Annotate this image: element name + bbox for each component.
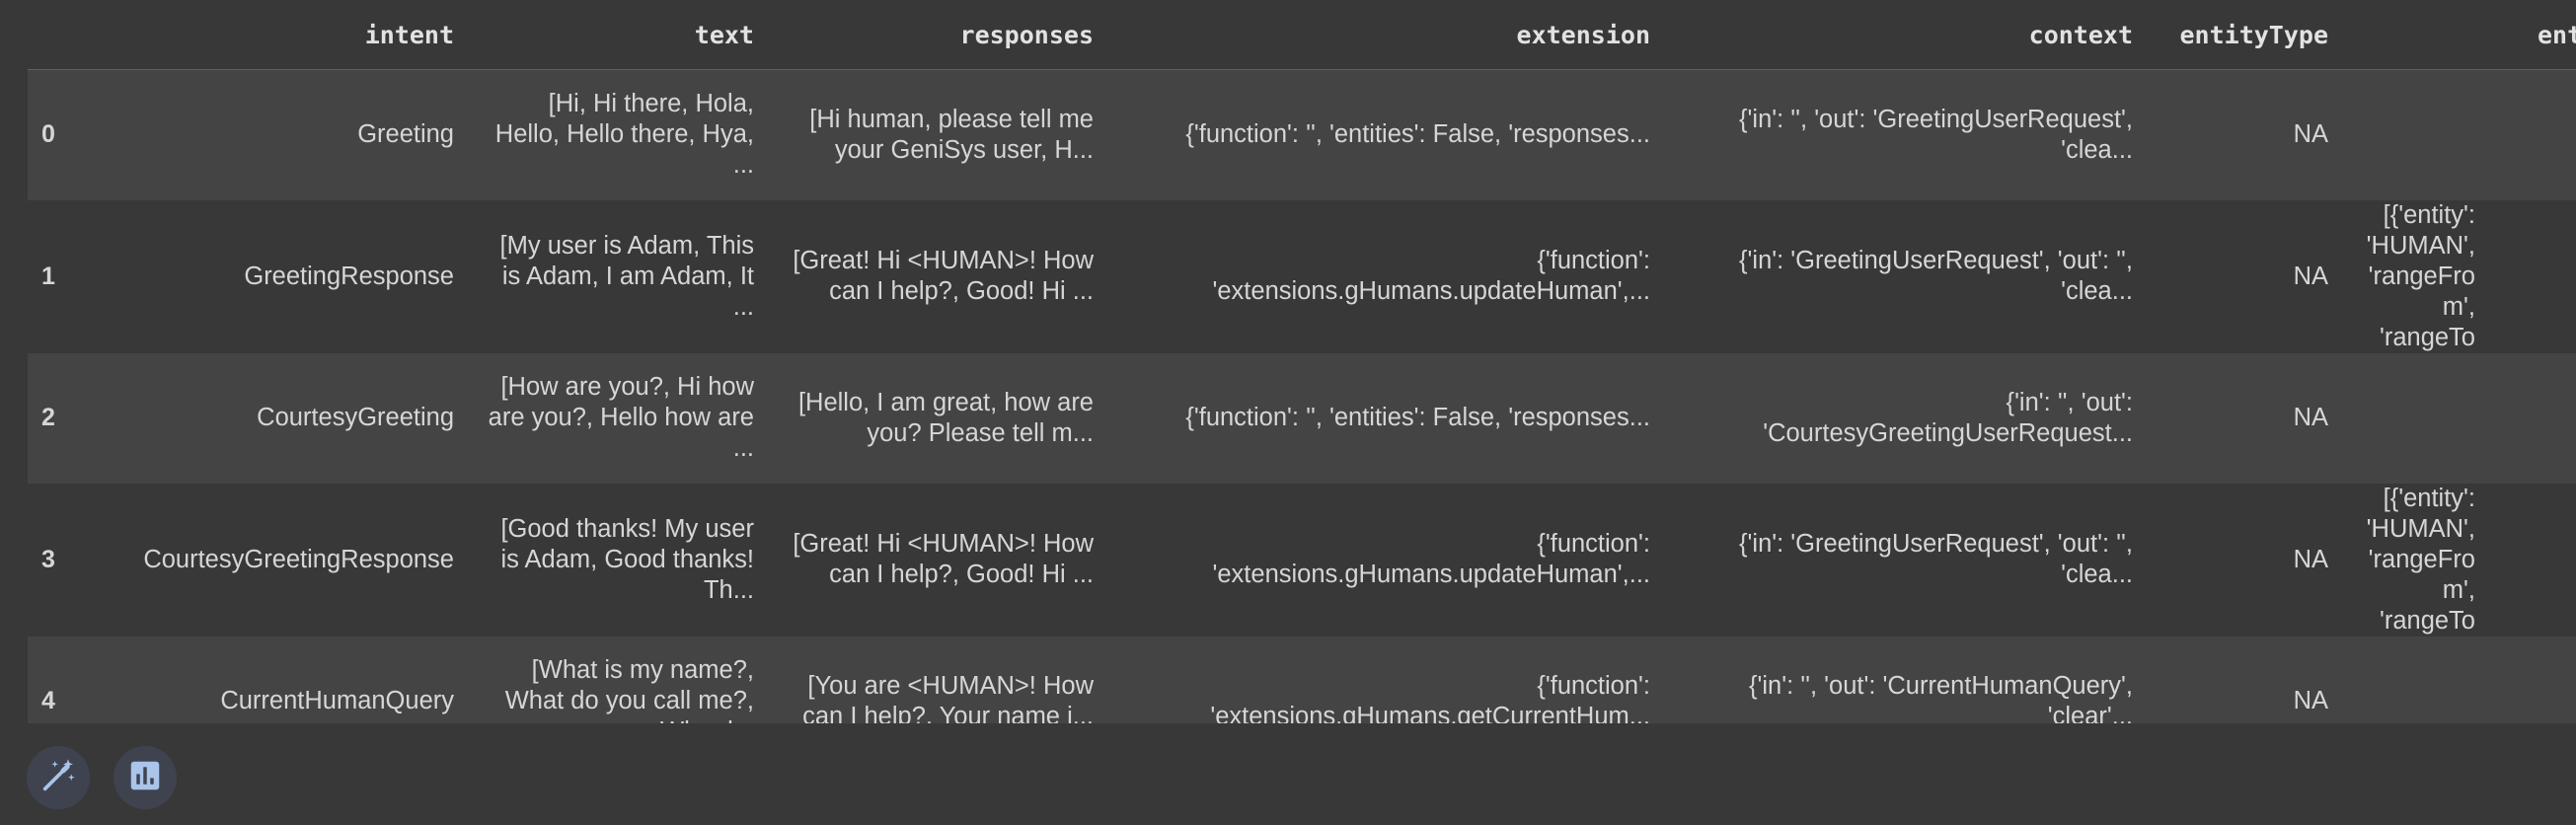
row-index: 2 [41, 404, 55, 431]
header-row: intent text responses extension context … [28, 0, 2576, 70]
cell-entities: [{'entity': 'HUMAN', 'rangeFrom', 'range… [2366, 484, 2475, 635]
cell-extension: {'function': 'extensions.gHumans.updateH… [1212, 530, 1651, 588]
cell-entities [2340, 70, 2576, 200]
column-header-entitytype: entityType [2145, 0, 2340, 70]
column-header-context: context [1662, 0, 2145, 70]
magic-wand-button[interactable] [27, 746, 90, 809]
cell-entitytype: NA [2293, 262, 2328, 290]
cell-responses: [Great! Hi <HUMAN>! How can I help?, Goo… [793, 247, 1094, 305]
cell-responses: [Hello, I am great, how are you? Please … [797, 388, 1094, 447]
bar-chart-icon [126, 757, 164, 799]
cell-extension: {'function': '', 'entities': False, 'res… [1185, 404, 1650, 431]
cell-responses: [Great! Hi <HUMAN>! How can I help?, Goo… [793, 530, 1094, 588]
row-index: 3 [41, 545, 55, 573]
column-header-entities: entiti [2340, 0, 2576, 70]
row-index: 4 [41, 687, 55, 714]
cell-context: {'in': '', 'out': 'CourtesyGreetingUserR… [1763, 388, 2133, 447]
chart-button[interactable] [114, 746, 177, 809]
dataframe-table: intent text responses extension context … [28, 0, 2576, 723]
cell-context: {'in': '', 'out': 'CurrentHumanQuery', '… [1748, 671, 2133, 724]
table-row: 3 CourtesyGreetingResponse [Good thanks!… [28, 483, 2576, 637]
cell-text: [Hi, Hi there, Hola, Hello, Hello there,… [494, 90, 754, 180]
cell-extension: {'function': '', 'entities': False, 'res… [1185, 120, 1650, 149]
cell-intent: CurrentHumanQuery [220, 687, 454, 714]
cell-intent: GreetingResponse [244, 262, 454, 290]
cell-entities [2340, 637, 2576, 724]
cell-text: [What is my name?, What do you call me?,… [504, 656, 754, 723]
cell-intent: CourtesyGreeting [257, 404, 454, 431]
cell-extension: {'function': 'extensions.gHumans.getCurr… [1210, 671, 1650, 724]
cell-context: {'in': 'GreetingUserRequest', 'out': '',… [1739, 247, 2133, 305]
table-row: 2 CourtesyGreeting [How are you?, Hi how… [28, 352, 2576, 484]
column-header-extension: extension [1105, 0, 1662, 70]
cell-entitytype: NA [2293, 545, 2328, 573]
cell-text: [How are you?, Hi how are you?, Hello ho… [488, 373, 754, 462]
table-row: 1 GreetingResponse [My user is Adam, Thi… [28, 199, 2576, 353]
cell-entities [2340, 353, 2576, 484]
index-header [28, 0, 67, 70]
table-row: 0 Greeting [Hi, Hi there, Hola, Hello, H… [28, 69, 2576, 200]
magic-wand-icon [38, 756, 78, 800]
cell-entitytype: NA [2293, 687, 2328, 714]
cell-context: {'in': 'GreetingUserRequest', 'out': '',… [1739, 530, 2133, 588]
column-header-responses: responses [766, 0, 1105, 70]
column-header-intent: intent [67, 0, 466, 70]
dataframe-output: intent text responses extension context … [28, 0, 2576, 723]
cell-extension: {'function': 'extensions.gHumans.updateH… [1212, 247, 1651, 305]
cell-text: [Good thanks! My user is Adam, Good than… [500, 514, 754, 604]
cell-entitytype: NA [2293, 120, 2328, 149]
cell-responses: [Hi human, please tell me your GeniSys u… [809, 105, 1094, 164]
row-index: 1 [41, 262, 55, 290]
cell-responses: [You are <HUMAN>! How can I help?, Your … [802, 671, 1094, 724]
cell-intent: CourtesyGreetingResponse [143, 545, 454, 573]
cell-entities: [{'entity': 'HUMAN', 'rangeFrom', 'range… [2366, 200, 2475, 351]
row-index: 0 [41, 120, 55, 149]
cell-context: {'in': '', 'out': 'GreetingUserRequest',… [1739, 105, 2133, 164]
cell-text: [My user is Adam, This is Adam, I am Ada… [499, 231, 754, 321]
column-header-text: text [466, 0, 766, 70]
table-row: 4 CurrentHumanQuery [What is my name?, W… [28, 636, 2576, 724]
cell-entitytype: NA [2293, 404, 2328, 431]
cell-intent: Greeting [357, 120, 454, 149]
